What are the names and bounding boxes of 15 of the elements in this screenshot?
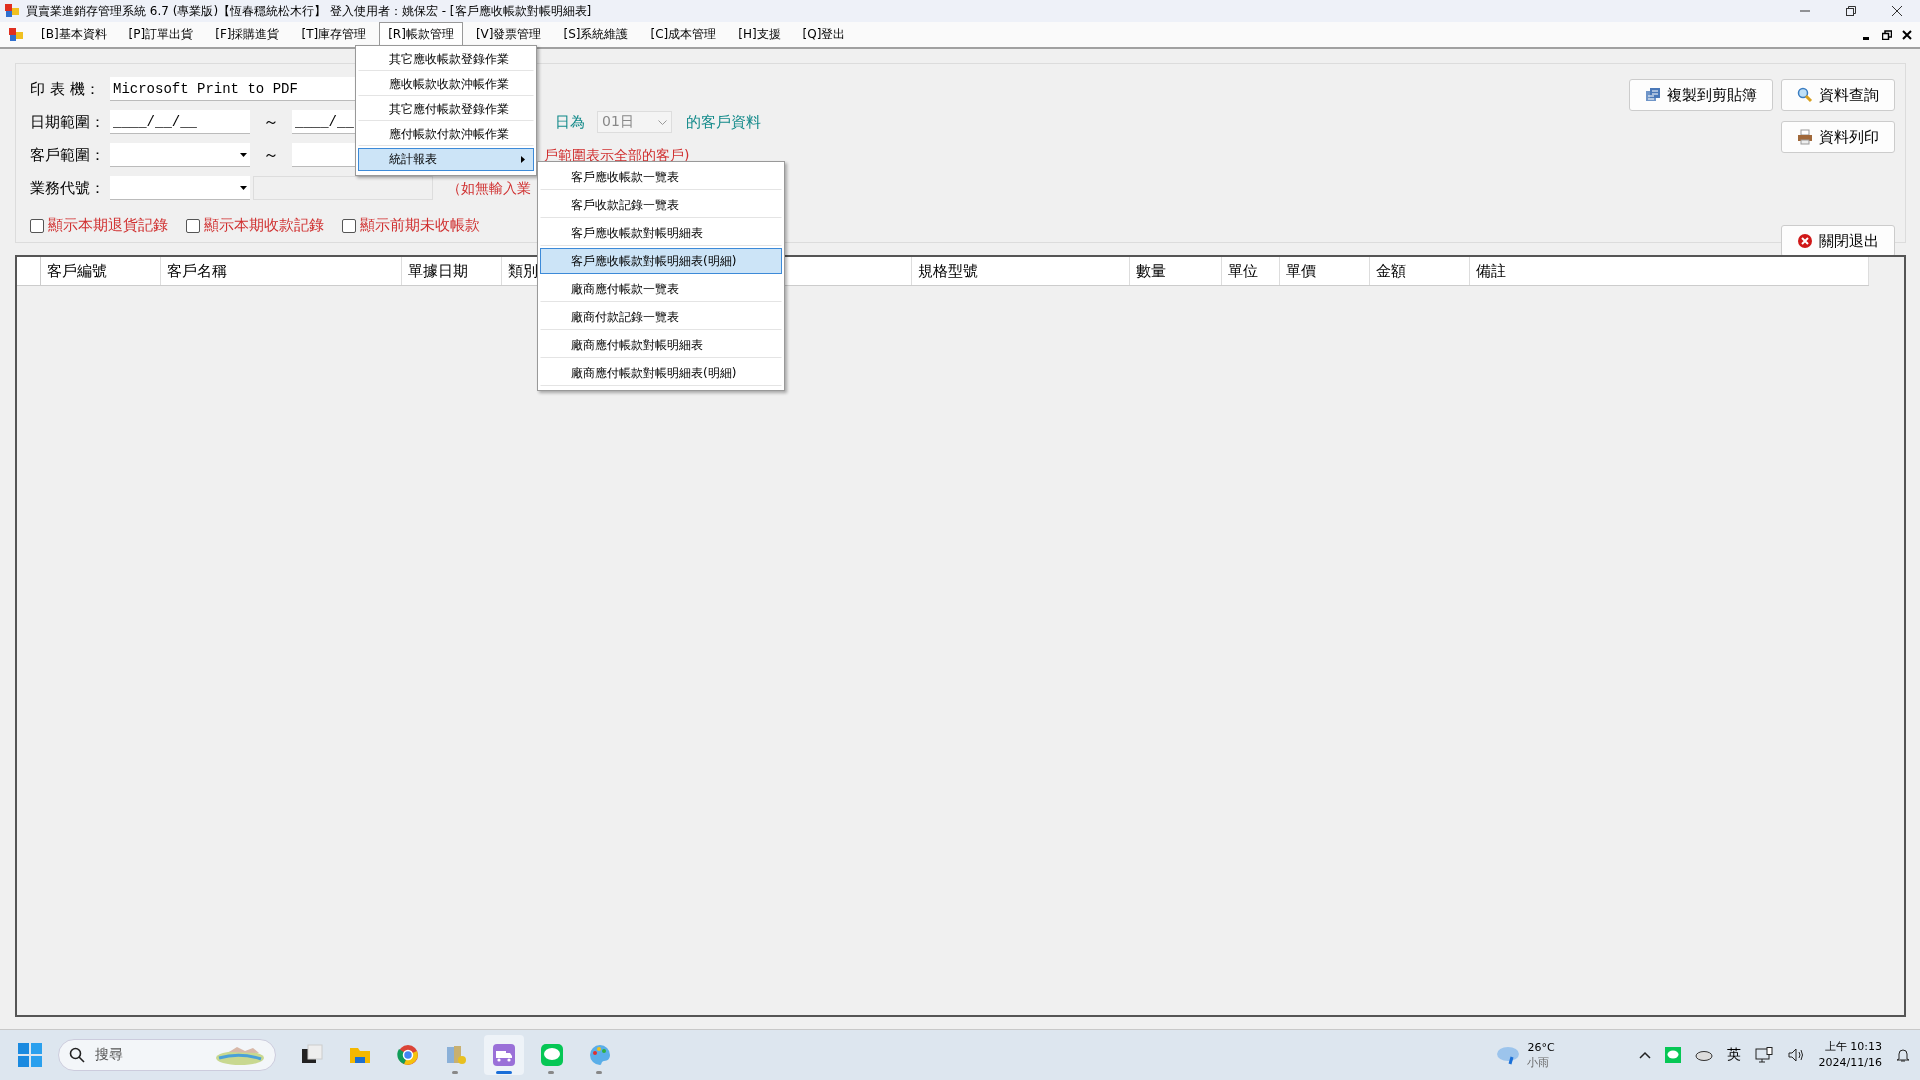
checkbox-label: 顯示本期收款記錄 <box>204 216 324 235</box>
window-title: 買賣業進銷存管理系統 6.7 (專業版)【恆春穩統松木行】 登入使用者：姚保宏 - [客戶應收帳款對帳明細表] <box>26 2 593 20</box>
field-label: 業務代號： <box>30 178 106 198</box>
weather-text: 小雨 <box>1527 1055 1551 1070</box>
field-label: 日期範圍： <box>30 112 106 132</box>
day-label: 日為 <box>555 112 585 132</box>
checkbox-label: 顯示本期退貨記錄 <box>48 216 168 235</box>
tilde-text: ～ <box>262 111 280 133</box>
field-label: 印 表 機： <box>30 79 101 99</box>
tilde-text: ～ <box>262 144 280 166</box>
note-text: （如無輸入業 <box>447 180 531 196</box>
day-suffix: 的客戶資料 <box>686 112 761 132</box>
temperature-text: 26°C <box>1527 1040 1555 1055</box>
field-label: 客戶範圍： <box>30 145 106 165</box>
checkbox-label: 顯示前期未收帳款 <box>360 216 480 235</box>
